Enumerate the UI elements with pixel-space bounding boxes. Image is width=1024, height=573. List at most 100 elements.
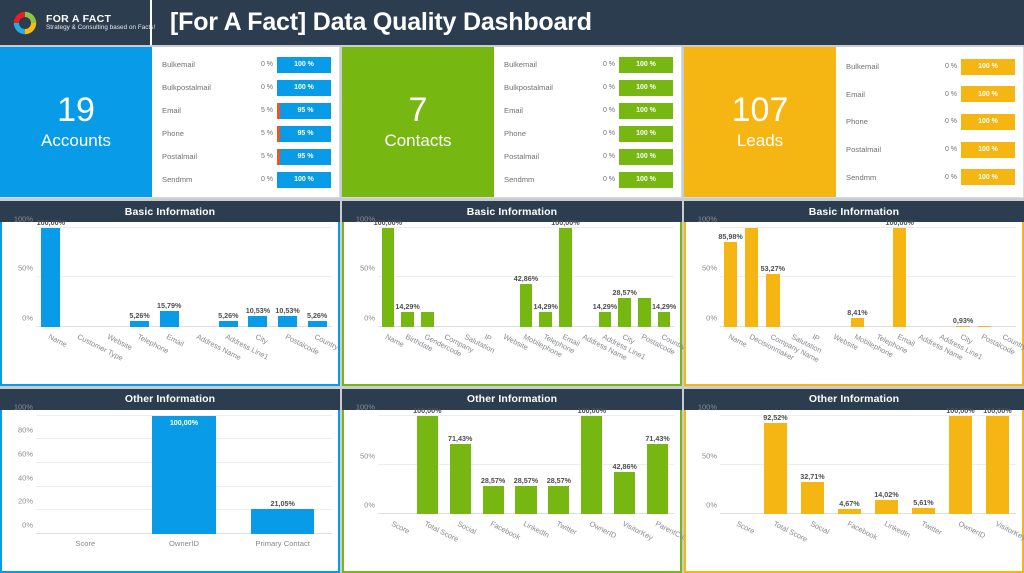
kpi-row[interactable]: Sendmm 0 % 100 % [504, 170, 673, 190]
bar[interactable]: 100,00% [37, 218, 65, 327]
kpi-summary-leads[interactable]: 107 Leads [684, 47, 836, 197]
kpi-row-name: Email [846, 89, 865, 99]
kpi-row[interactable]: Postalmail 5 % 95 % [162, 147, 331, 167]
bar[interactable]: 5,26% [218, 311, 239, 327]
y-tick-label: 80% [17, 425, 33, 435]
kpi-row[interactable]: Email 0 % 100 % [504, 101, 673, 121]
bar[interactable]: 71,43% [448, 434, 472, 514]
kpi-stacked-bar[interactable]: 100 % [277, 171, 331, 188]
bar[interactable]: 14,02% [874, 490, 899, 514]
kpi-count-contacts: 7 [408, 91, 428, 130]
kpi-row[interactable]: Postalmail 0 % 100 % [504, 147, 673, 167]
bar-value-label: 10,53% [275, 306, 300, 316]
bar[interactable]: 14,29% [593, 302, 617, 327]
kpi-bar-good-segment: 95 % [280, 125, 331, 142]
bar[interactable]: 100,00% [946, 406, 975, 514]
bar[interactable] [744, 228, 759, 327]
bar[interactable]: 14,29% [395, 302, 420, 327]
kpi-row[interactable]: Bulkemail 0 % 100 % [162, 55, 331, 75]
x-slot: Address Line1 [931, 330, 984, 384]
kpi-row[interactable]: Sendmm 0 % 100 % [846, 167, 1015, 187]
kpi-stacked-bar[interactable]: 95 % [277, 148, 331, 165]
kpi-stacked-bar[interactable]: 100 % [961, 58, 1015, 75]
bar-value-label: 100,00% [885, 218, 914, 227]
kpi-stacked-bar[interactable]: 100 % [619, 79, 673, 96]
bar[interactable]: 4,67% [837, 499, 862, 514]
kpi-row[interactable]: Sendmm 0 % 100 % [162, 170, 331, 190]
bar[interactable]: 42,86% [514, 274, 538, 327]
bar[interactable]: 0,93% [953, 316, 973, 327]
bar[interactable]: 71,43% [645, 434, 670, 514]
bar[interactable]: 28,57% [481, 476, 505, 514]
bar[interactable]: 5,26% [307, 311, 327, 327]
bar[interactable]: 100,00% [551, 218, 580, 327]
kpi-summary-accounts[interactable]: 19 Accounts [0, 47, 152, 197]
kpi-row[interactable]: Bulkpostalmail 0 % 100 % [504, 78, 673, 98]
column-contacts: 7 Contacts Bulkemail 0 % 100 % Bulkpostalmail… [342, 47, 711, 573]
kpi-row[interactable]: Phone 5 % 95 % [162, 124, 331, 144]
kpi-row[interactable]: Bulkpostalmail 0 % 100 % [162, 78, 331, 98]
bar-value-label: 28,57% [480, 475, 506, 485]
bar[interactable]: 28,57% [514, 476, 538, 514]
bar[interactable] [421, 312, 434, 327]
kpi-row[interactable]: Phone 0 % 100 % [846, 112, 1015, 132]
kpi-stacked-bar[interactable]: 100 % [619, 125, 673, 142]
bar[interactable]: 85,98% [718, 232, 743, 327]
x-tick-label: Country [1001, 331, 1024, 352]
bar[interactable]: 28,57% [547, 476, 571, 514]
kpi-row[interactable]: Email 0 % 100 % [846, 84, 1015, 104]
bar-slot: 100,00% [886, 218, 914, 327]
bar[interactable]: 92,52% [763, 413, 788, 514]
bar[interactable]: 10,53% [246, 306, 270, 327]
kpi-stacked-bar[interactable]: 100 % [619, 171, 673, 188]
kpi-stacked-bar[interactable]: 100 % [277, 79, 331, 96]
bar[interactable]: 100,00% [413, 406, 442, 514]
kpi-row-bad-value: 0 % [944, 63, 957, 71]
bar[interactable]: 5,61% [911, 498, 936, 514]
bar[interactable]: 100,00% [374, 218, 402, 327]
kpi-stacked-bar[interactable]: 100 % [619, 102, 673, 119]
kpi-row[interactable]: Postalmail 0 % 100 % [846, 140, 1015, 160]
bar[interactable]: 8,41% [847, 308, 868, 327]
bar[interactable]: 32,71% [800, 472, 825, 514]
kpi-row[interactable]: Phone 0 % 100 % [504, 124, 673, 144]
bar[interactable] [977, 325, 992, 327]
bar[interactable]: 21,05% [251, 499, 315, 534]
kpi-stacked-bar[interactable]: 95 % [277, 125, 331, 142]
bar[interactable]: 14,29% [652, 302, 676, 327]
y-tick-label: 0% [706, 500, 717, 510]
kpi-row[interactable]: Bulkemail 0 % 100 % [846, 57, 1015, 77]
bar[interactable]: 100,00% [886, 218, 914, 327]
bar[interactable]: 28,57% [612, 288, 637, 327]
bar-slot: 8,41% [847, 228, 868, 327]
bar[interactable]: 100,00% [983, 406, 1012, 514]
kpi-stacked-bar[interactable]: 100 % [961, 86, 1015, 103]
bar-slot [995, 228, 1016, 327]
bar[interactable]: 42,86% [612, 462, 637, 514]
bar[interactable]: 100,00% [152, 415, 216, 534]
bar[interactable]: 15,79% [157, 301, 181, 327]
kpi-stacked-bar[interactable]: 100 % [619, 56, 673, 73]
kpi-row-name: Postalmail [846, 145, 882, 155]
kpi-stacked-bar[interactable]: 100 % [961, 169, 1015, 186]
bar[interactable]: 14,29% [534, 302, 558, 327]
kpi-row[interactable]: Email 5 % 95 % [162, 101, 331, 121]
bar-value-label: 0,93% [952, 315, 974, 325]
bar-slot [783, 228, 804, 327]
kpi-row[interactable]: Bulkemail 0 % 100 % [504, 55, 673, 75]
bar[interactable]: 100,00% [578, 406, 606, 514]
chart-panel-contacts-other: Other Information 0% 50% 100% 100,00% 71,43% 2… [342, 388, 711, 573]
kpi-summary-contacts[interactable]: 7 Contacts [342, 47, 494, 197]
kpi-stacked-bar[interactable]: 100 % [619, 148, 673, 165]
kpi-stacked-bar[interactable]: 100 % [961, 141, 1015, 158]
bar-slot: 10,53% [243, 228, 273, 327]
x-slot: Twitter [542, 517, 578, 571]
kpi-stacked-bar[interactable]: 100 % [961, 113, 1015, 130]
kpi-stacked-bar[interactable]: 95 % [277, 102, 331, 119]
kpi-stacked-bar[interactable]: 100 % [277, 56, 331, 73]
bar[interactable]: 5,26% [129, 311, 150, 327]
bar[interactable] [638, 298, 651, 327]
bar[interactable]: 53,27% [761, 264, 785, 327]
bar[interactable]: 10,53% [275, 306, 300, 327]
x-slot: Telephone [125, 330, 169, 384]
